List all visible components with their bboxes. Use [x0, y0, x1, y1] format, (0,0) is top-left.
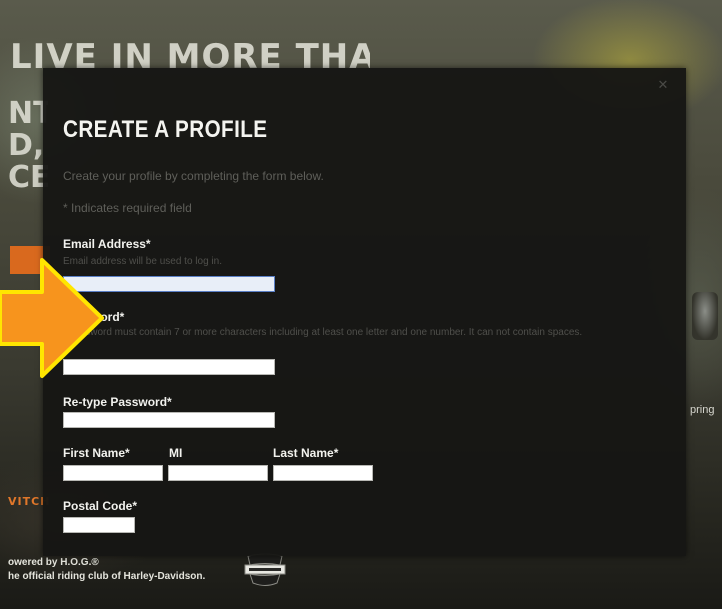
modal-title: CREATE A PROFILE — [63, 116, 268, 143]
background-side-line-2: D, — [8, 130, 45, 162]
first-name-field[interactable] — [63, 465, 163, 481]
background-side-text: NTI D, CE — [8, 98, 48, 194]
footer-powered-by: owered by H.O.G.® — [8, 557, 99, 568]
required-note: * Indicates required field — [63, 201, 192, 215]
intro-text: Create your profile by completing the fo… — [63, 169, 324, 183]
first-name-label: First Name* — [63, 446, 130, 460]
close-icon[interactable]: ✕ — [656, 78, 670, 92]
last-name-field[interactable] — [273, 465, 373, 481]
background-right-text: pring — [690, 404, 715, 416]
postal-code-field[interactable] — [63, 517, 135, 533]
background-side-line-3: CE — [8, 162, 48, 194]
background-side-line-1: NTI — [8, 98, 48, 130]
email-label: Email Address* — [63, 237, 151, 251]
create-profile-modal: ✕ CREATE A PROFILE Create your profile b… — [43, 68, 686, 556]
retype-password-field[interactable] — [63, 412, 275, 428]
harley-davidson-logo — [244, 553, 286, 586]
postal-code-label: Postal Code* — [63, 499, 138, 513]
right-arrow-icon — [0, 258, 104, 378]
password-help: r password must contain 7 or more charac… — [63, 327, 583, 338]
mi-field[interactable] — [168, 465, 268, 481]
retype-password-label: Re-type Password* — [63, 395, 172, 409]
last-name-label: Last Name* — [273, 446, 339, 460]
footer-tagline: he official riding club of Harley-Davids… — [8, 571, 206, 582]
mi-label: MI — [169, 446, 183, 460]
background-rider-image — [692, 292, 718, 340]
